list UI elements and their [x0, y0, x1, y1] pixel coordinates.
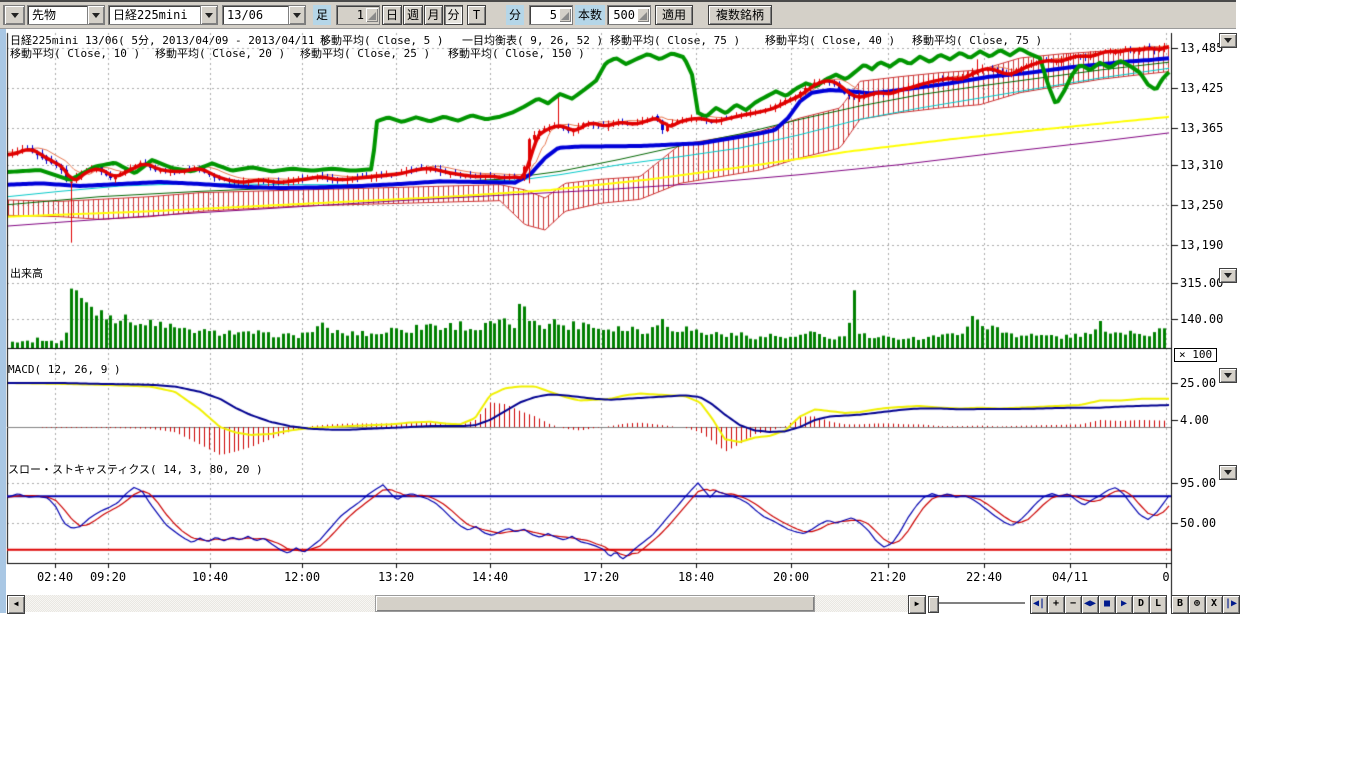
chevron-down-icon [1224, 273, 1232, 278]
time-tick-1: 09:20 [90, 570, 126, 584]
chart-application-window: 先物 日経225mini 13/06 足 1 日 週 月 分 T 分 5 本数 … [0, 0, 1366, 768]
stoch-panel-label: スロー・ストキャスティクス( 14, 3, 80, 20 ) [8, 461, 263, 477]
scrollbar-thumb[interactable] [375, 595, 815, 612]
time-tick-2: 10:40 [192, 570, 228, 584]
time-tick-3: 12:00 [284, 570, 320, 584]
time-tick-5: 14:40 [472, 570, 508, 584]
price-tick-4: 13,250 [1180, 198, 1223, 212]
nav-button-X[interactable]: X [1205, 595, 1223, 614]
macd-panel-menu-button[interactable] [1219, 368, 1237, 383]
zoom-slider-groove[interactable] [939, 602, 1025, 605]
nav-button-+[interactable]: + [1047, 595, 1065, 614]
macd-tick-0: 25.00 [1180, 376, 1216, 390]
volume-tick-0: 315.00 [1180, 276, 1223, 290]
time-tick-10: 22:40 [966, 570, 1002, 584]
volume-panel-label: 出来高 [10, 265, 43, 281]
nav-button-−[interactable]: − [1064, 595, 1082, 614]
time-tick-11: 04/11 [1052, 570, 1088, 584]
nav-button-|▶[interactable]: |▶ [1222, 595, 1240, 614]
price-tick-5: 13,190 [1180, 238, 1223, 252]
volume-multiplier-badge: × 100 [1174, 348, 1217, 362]
nav-button-■[interactable]: ■ [1098, 595, 1116, 614]
time-tick-8: 20:00 [773, 570, 809, 584]
macd-panel-label: MACD( 12, 26, 9 ) [8, 363, 121, 376]
time-tick-4: 13:20 [378, 570, 414, 584]
stoch-tick-1: 50.00 [1180, 516, 1216, 530]
price-tick-2: 13,365 [1180, 121, 1223, 135]
nav-button-B[interactable]: B [1171, 595, 1189, 614]
time-tick-6: 17:20 [583, 570, 619, 584]
scroll-left-button[interactable]: ◀ [7, 595, 25, 614]
price-tick-0: 13,485 [1180, 41, 1223, 55]
volume-tick-1: 140.00 [1180, 312, 1223, 326]
volume-panel-menu-button[interactable] [1219, 268, 1237, 283]
nav-button-D[interactable]: D [1132, 595, 1150, 614]
time-tick-12: 0 [1162, 570, 1169, 584]
price-panel-menu-button[interactable] [1219, 33, 1237, 48]
zoom-slider-handle[interactable] [928, 596, 939, 613]
nav-button-⊕[interactable]: ⊕ [1188, 595, 1206, 614]
price-tick-3: 13,310 [1180, 158, 1223, 172]
time-tick-7: 18:40 [678, 570, 714, 584]
chevron-down-icon [1224, 38, 1232, 43]
stoch-panel-menu-button[interactable] [1219, 465, 1237, 480]
scroll-right-button[interactable]: ▶ [908, 595, 926, 614]
nav-button-◀▶[interactable]: ◀▶ [1081, 595, 1099, 614]
macd-tick-1: 4.00 [1180, 413, 1209, 427]
chevron-down-icon [1224, 373, 1232, 378]
nav-button-▶[interactable]: ▶ [1115, 595, 1133, 614]
nav-button-L[interactable]: L [1149, 595, 1167, 614]
chart-canvas[interactable] [0, 0, 1240, 620]
nav-button-◀|[interactable]: ◀| [1030, 595, 1048, 614]
time-tick-0: 02:40 [37, 570, 73, 584]
price-tick-1: 13,425 [1180, 81, 1223, 95]
chevron-down-icon [1224, 470, 1232, 475]
time-tick-9: 21:20 [870, 570, 906, 584]
stoch-tick-0: 95.00 [1180, 476, 1216, 490]
